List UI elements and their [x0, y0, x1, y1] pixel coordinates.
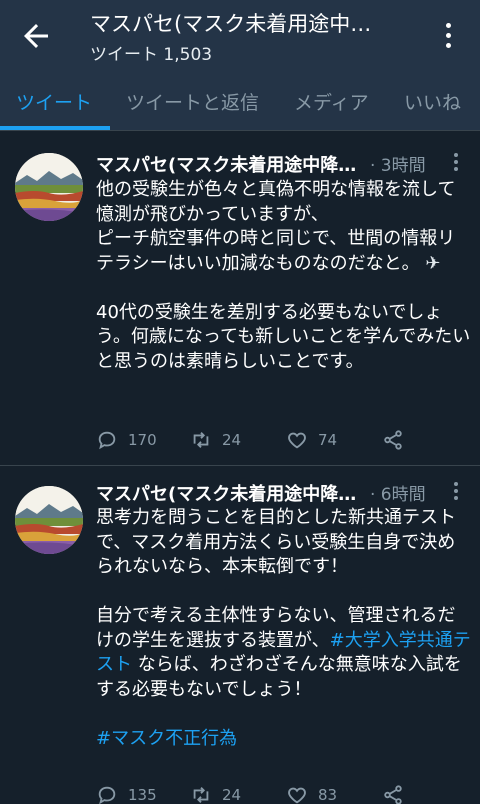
heart-icon	[288, 432, 306, 449]
reply-button[interactable]: 135	[96, 782, 157, 804]
retweet-icon	[193, 432, 209, 448]
avatar-landscape-image	[15, 153, 83, 221]
like-button[interactable]: 74	[286, 427, 337, 453]
reply-icon	[98, 431, 116, 450]
retweet-count: 24	[222, 431, 242, 449]
retweet-button[interactable]: 24	[190, 782, 241, 804]
more-options-button[interactable]	[434, 18, 462, 52]
reply-count: 135	[128, 786, 157, 804]
like-count: 83	[318, 786, 338, 804]
share-icon	[384, 785, 402, 804]
tweet-text: 思考力を問うことを目的とした新共通テストで、マスク着用方法くらい受験生自身で決め…	[96, 506, 472, 751]
hashtag-link[interactable]: #マスク不正行為	[96, 728, 237, 749]
tab-tweets[interactable]: ツイート	[16, 88, 92, 115]
reply-icon	[98, 786, 116, 804]
like-button[interactable]: 83	[286, 782, 337, 804]
tweet-count: ツイート 1,503	[90, 45, 213, 65]
share-icon	[384, 430, 402, 450]
tweet-text: 他の受験生が色々と真偽不明な情報を流して憶測が飛びかっていますが、 ピーチ航空事…	[96, 178, 472, 374]
back-arrow-icon	[24, 24, 48, 48]
tweet-actions: 170 24 74	[96, 427, 436, 453]
tweet-item[interactable]: マスパセ(マスク未着用途中降… · 6時間 思考力を問うことを目的とした新共通テ…	[0, 466, 480, 804]
avatar[interactable]	[15, 153, 83, 221]
share-button[interactable]	[382, 782, 404, 804]
tweet-menu-button[interactable]	[450, 151, 462, 173]
tab-media[interactable]: メディア	[294, 88, 369, 115]
share-button[interactable]	[382, 427, 404, 453]
retweet-button[interactable]: 24	[190, 427, 241, 453]
retweet-icon	[193, 787, 209, 803]
retweet-count: 24	[222, 786, 242, 804]
author-name[interactable]: マスパセ(マスク未着用途中降…	[96, 151, 370, 177]
profile-name-title: マスパセ(マスク未着用途中…	[90, 12, 372, 36]
tab-tweets-and-replies[interactable]: ツイートと返信	[126, 88, 259, 115]
tab-likes[interactable]: いいね	[404, 88, 461, 115]
tweet-timestamp: · 6時間	[370, 485, 426, 505]
author-name[interactable]: マスパセ(マスク未着用途中降…	[96, 480, 370, 506]
back-button[interactable]	[18, 18, 54, 54]
tweet-text-part: 他の受験生が色々と真偽不明な情報を流して憶測が飛びかっていますが、 ピーチ航空事…	[96, 179, 456, 274]
profile-header: マスパセ(マスク未着用途中… ツイート 1,503	[0, 0, 480, 70]
heart-icon	[288, 787, 306, 804]
tweet-actions: 135 24 83	[96, 782, 436, 804]
airplane-emoji: ✈	[425, 252, 441, 274]
tweet-timestamp: · 3時間	[370, 156, 426, 176]
tweet-menu-button[interactable]	[450, 480, 462, 502]
tweet-text-part: ならば、わざわざそんな無意味な入試をする必要もないでしょう！	[96, 654, 462, 700]
tweet-item[interactable]: マスパセ(マスク未着用途中降… · 3時間 他の受験生が色々と真偽不明な情報を流…	[0, 131, 480, 465]
tweet-text-part: 思考力を問うことを目的とした新共通テストで、マスク着用方法くらい受験生自身で決め…	[96, 507, 456, 577]
profile-tabs: ツイート ツイートと返信 メディア いいね	[0, 70, 480, 130]
avatar-landscape-image	[15, 486, 83, 554]
tweet-text-part: 40代の受験生を差別する必要もないでしょう。何歳になっても新しいことを学んでみた…	[96, 301, 471, 372]
like-count: 74	[318, 431, 338, 449]
reply-button[interactable]: 170	[96, 427, 157, 453]
avatar[interactable]	[15, 486, 83, 554]
reply-count: 170	[128, 431, 157, 449]
